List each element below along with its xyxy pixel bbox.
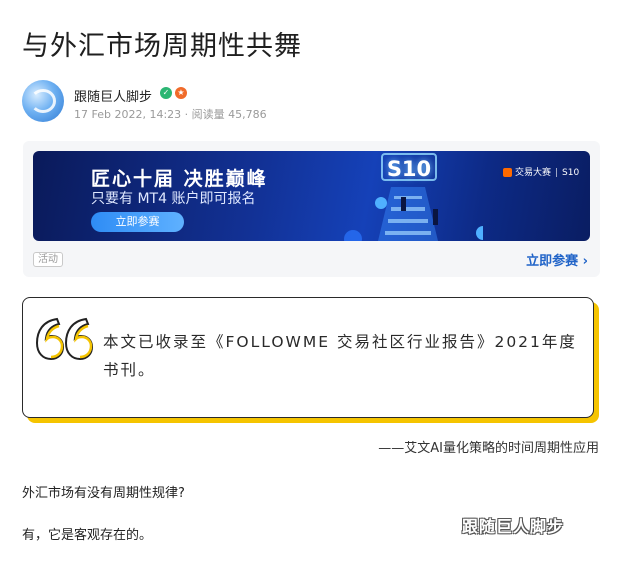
promo-card: 匠心十届 决胜巅峰 只要有 MT4 账户即可报名 立即参赛 S10 交易大赛 S1… bbox=[23, 141, 600, 277]
publish-date: 17 Feb 2022, 14:23 bbox=[74, 108, 182, 121]
brand-season: S10 bbox=[562, 168, 580, 178]
brand-name: 交易大赛 bbox=[515, 168, 552, 178]
watermark: 跟随巨人脚步 bbox=[462, 513, 564, 537]
views-label: 阅读量 bbox=[191, 108, 225, 121]
quote-mark-icon bbox=[35, 317, 93, 361]
article-title: 与外汇市场周期性共舞 bbox=[22, 31, 302, 62]
brand-logo-icon bbox=[503, 168, 512, 177]
join-link-label: 立即参赛 bbox=[526, 254, 579, 269]
views-count: 45,786 bbox=[228, 108, 267, 121]
quote-source: ——艾文AI量化策略的时间周期性应用 bbox=[378, 441, 599, 456]
brand-divider bbox=[556, 168, 558, 177]
watermark-text: 跟随巨人脚步 bbox=[462, 517, 565, 536]
banner-join-button[interactable]: 立即参赛 bbox=[91, 212, 184, 232]
brand-lockup: 交易大赛 S10 bbox=[503, 165, 579, 178]
meta-separator: · bbox=[184, 108, 192, 121]
body-paragraph-2: 有，它是客观存在的。 bbox=[22, 528, 153, 543]
article-meta: 17 Feb 2022, 14:23 · 阅读量 45,786 bbox=[74, 106, 267, 122]
chevron-right-icon: › bbox=[582, 254, 588, 269]
activity-tag: 活动 bbox=[33, 252, 63, 267]
body-paragraph-1: 外汇市场有没有周期性规律? bbox=[22, 486, 185, 501]
join-link[interactable]: 立即参赛 › bbox=[526, 250, 588, 269]
banner-headline: 匠心十届 决胜巅峰 bbox=[91, 168, 268, 190]
verified-badge-icon: ✓ bbox=[160, 87, 172, 99]
promo-banner[interactable]: 匠心十届 决胜巅峰 只要有 MT4 账户即可报名 立即参赛 S10 交易大赛 S1… bbox=[33, 151, 590, 241]
rank-badge-icon: ★ bbox=[175, 87, 187, 99]
author-avatar[interactable] bbox=[22, 80, 64, 122]
quote-text: 本文已收录至《FOLLOWME 交易社区行业报告》2021年度书刊。 bbox=[103, 333, 577, 379]
banner-subline: 只要有 MT4 账户即可报名 bbox=[91, 191, 256, 207]
author-name[interactable]: 跟随巨人脚步 bbox=[74, 86, 152, 105]
season-badge: S10 bbox=[381, 153, 437, 181]
